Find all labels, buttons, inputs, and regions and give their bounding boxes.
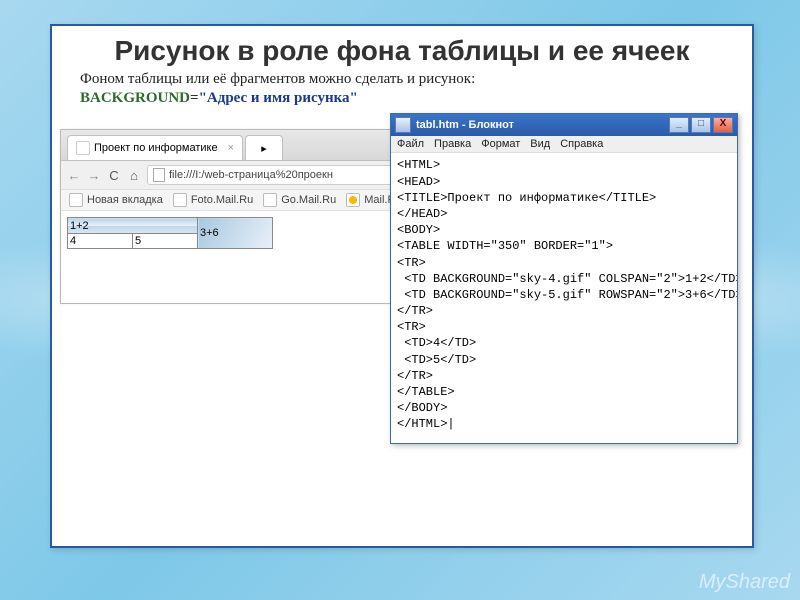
browser-page: 1+2 3+6 4 5	[61, 211, 431, 303]
notepad-window: tabl.htm - Блокнот _ □ X Файл Правка Фор…	[390, 113, 738, 443]
bookmarks-bar: Новая вкладка Foto.Mail.Ru Go.Mail.Ru Ma…	[61, 190, 431, 211]
maximize-button[interactable]: □	[691, 117, 711, 133]
bookmark-icon	[173, 193, 187, 207]
table-cell-5: 5	[133, 233, 198, 249]
plus-icon: ▸	[261, 142, 267, 155]
notepad-content[interactable]: <HTML> <HEAD> <TITLE>Проект по информати…	[391, 153, 737, 442]
table-cell-1-2: 1+2	[68, 218, 198, 234]
page-icon	[153, 168, 165, 182]
menu-view[interactable]: Вид	[530, 138, 550, 150]
forward-button[interactable]: →	[87, 168, 101, 183]
mail-icon	[346, 193, 360, 207]
notepad-title: tabl.htm - Блокнот	[416, 119, 514, 131]
slide-title: Рисунок в роле фона таблицы и ее ячеек	[92, 36, 712, 65]
back-button[interactable]: ←	[67, 168, 81, 183]
reload-button[interactable]: C	[107, 168, 121, 183]
bookmark-item[interactable]: Новая вкладка	[69, 193, 163, 207]
bookmark-icon	[263, 193, 277, 207]
menu-format[interactable]: Формат	[481, 138, 520, 150]
notepad-icon	[395, 117, 411, 133]
table-cell-3-6: 3+6	[198, 218, 273, 249]
bookmark-label: Go.Mail.Ru	[281, 194, 336, 206]
new-tab-button[interactable]: ▸	[245, 135, 283, 160]
tab-title: Проект по информатике	[94, 142, 218, 154]
menu-file[interactable]: Файл	[397, 138, 424, 150]
demo-table: 1+2 3+6 4 5	[67, 217, 273, 249]
browser-navbar: ← → C ⌂ file:///I:/web-страница%20проекн…	[61, 161, 431, 190]
notepad-titlebar[interactable]: tabl.htm - Блокнот _ □ X	[391, 114, 737, 136]
minimize-button[interactable]: _	[669, 117, 689, 133]
bookmark-label: Новая вкладка	[87, 194, 163, 206]
tab-close-icon[interactable]: ×	[228, 142, 234, 154]
syntax-equals: =	[190, 90, 199, 106]
syntax-value: "Адрес и имя рисунка"	[199, 90, 358, 106]
window-buttons: _ □ X	[669, 117, 733, 133]
bookmark-icon	[69, 193, 83, 207]
menu-edit[interactable]: Правка	[434, 138, 471, 150]
browser-tabbar: Проект по информатике × ▸	[61, 130, 431, 161]
table-cell-4: 4	[68, 233, 133, 249]
menu-help[interactable]: Справка	[560, 138, 603, 150]
work-area: Проект по информатике × ▸ ← → C ⌂ file:/…	[60, 113, 744, 453]
bookmark-item[interactable]: Foto.Mail.Ru	[173, 193, 253, 207]
bookmark-item[interactable]: Go.Mail.Ru	[263, 193, 336, 207]
slide-description: Фоном таблицы или её фрагментов можно сд…	[80, 71, 724, 88]
slide-frame: Рисунок в роле фона таблицы и ее ячеек Ф…	[50, 24, 754, 548]
syntax-line: BACKGROUND="Адрес и имя рисунка"	[80, 90, 724, 107]
browser-window: Проект по информатике × ▸ ← → C ⌂ file:/…	[60, 129, 432, 304]
favicon-icon	[76, 141, 90, 155]
url-bar[interactable]: file:///I:/web-страница%20проекн ☆	[147, 165, 425, 185]
notepad-menubar: Файл Правка Формат Вид Справка	[391, 136, 737, 153]
close-button[interactable]: X	[713, 117, 733, 133]
browser-tab[interactable]: Проект по информатике ×	[67, 135, 243, 160]
syntax-keyword: BACKGROUND	[80, 90, 190, 106]
bookmark-label: Foto.Mail.Ru	[191, 194, 253, 206]
home-button[interactable]: ⌂	[127, 168, 141, 183]
url-text: file:///I:/web-страница%20проекн	[169, 169, 333, 181]
